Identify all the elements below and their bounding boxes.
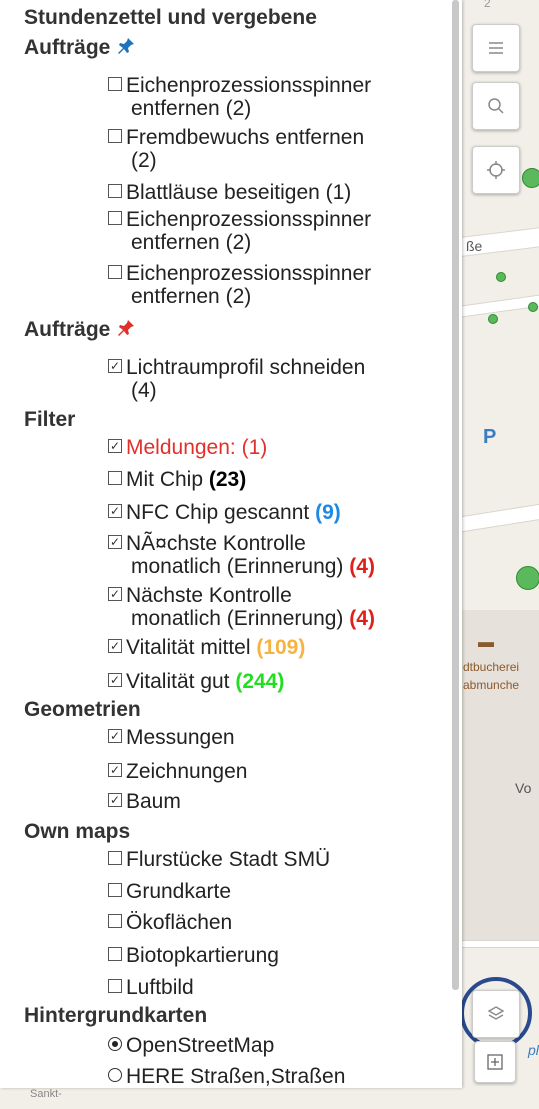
checkbox[interactable] <box>108 587 122 601</box>
search-button[interactable] <box>472 82 520 130</box>
checkbox-item[interactable]: Eichenprozessionsspinner entfernen (2) <box>108 208 443 254</box>
geometry-item-baum[interactable]: Baum <box>108 790 443 813</box>
checkbox[interactable] <box>108 763 122 777</box>
checkbox[interactable] <box>108 535 122 549</box>
menu-icon <box>489 42 503 54</box>
search-icon <box>488 98 504 114</box>
checkbox[interactable] <box>108 883 122 897</box>
basemap-item-osm[interactable]: OpenStreetMap <box>108 1034 443 1057</box>
map-street-label: Vo <box>515 780 532 796</box>
checkbox[interactable] <box>108 851 122 865</box>
zoom-in-button[interactable] <box>474 1041 516 1083</box>
library-icon: ▬ <box>478 634 494 651</box>
checkbox[interactable] <box>108 504 122 518</box>
ownmap-item-luftbild[interactable]: Luftbild <box>108 976 443 999</box>
checkbox-item[interactable]: Lichtraumprofil schneiden (4) <box>108 356 443 402</box>
locate-icon <box>487 161 505 179</box>
section-heading-own-maps: Own maps <box>24 820 131 843</box>
filter-item-vitalitaet-gut[interactable]: Vitalität gut (244) <box>108 670 443 693</box>
map-place-label: Sankt- <box>30 1088 62 1100</box>
checkbox[interactable] <box>108 914 122 928</box>
ownmap-item-flurstuecke[interactable]: Flurstücke Stadt SMÜ <box>108 848 443 871</box>
ownmap-item-grundkarte[interactable]: Grundkarte <box>108 880 443 903</box>
radio-button[interactable] <box>108 1037 122 1051</box>
add-icon <box>487 1054 503 1070</box>
filter-item-mit-chip[interactable]: Mit Chip (23) <box>108 468 443 491</box>
map-tree-marker[interactable] <box>496 272 506 282</box>
checkbox-item[interactable]: Fremdbewuchs entfernen (2) <box>108 126 443 172</box>
geometry-item-messungen[interactable]: Messungen <box>108 726 443 749</box>
locate-button[interactable] <box>472 146 520 194</box>
checkbox-item[interactable]: Blattläuse beseitigen (1) <box>108 181 443 204</box>
panel-scrollbar[interactable] <box>452 0 459 990</box>
checkbox[interactable] <box>108 471 122 485</box>
section-heading-hintergrundkarten: Hintergrundkarten <box>24 1004 208 1027</box>
checkbox[interactable] <box>108 729 122 743</box>
checkbox-item[interactable]: Eichenprozessionsspinner entfernen (2) <box>108 74 443 120</box>
section-heading-auftraege: Aufträge <box>24 318 136 342</box>
layers-panel: Stundenzettel und vergebene Aufträge Eic… <box>0 0 462 1088</box>
pin-icon <box>118 320 135 336</box>
map-parking-label: P <box>483 426 497 448</box>
map-library-label-2: abmunche <box>463 678 520 692</box>
checkbox[interactable] <box>108 265 122 279</box>
map-tree-marker[interactable] <box>516 566 539 590</box>
basemap-item-here[interactable]: HERE Straßen,Straßen <box>108 1065 443 1088</box>
map-label: 2 <box>484 0 491 10</box>
section-heading-stundenzettel: Stundenzettel und vergebene <box>24 6 317 29</box>
map-road <box>450 940 539 948</box>
checkbox[interactable] <box>108 639 122 653</box>
checkbox[interactable] <box>108 947 122 961</box>
pin-icon <box>118 38 135 54</box>
checkbox[interactable] <box>108 359 122 373</box>
checkbox[interactable] <box>108 129 122 143</box>
checkbox[interactable] <box>108 793 122 807</box>
filter-item-vitalitaet-mittel[interactable]: Vitalität mittel (109) <box>108 636 443 659</box>
filter-item-kontrolle[interactable]: Nächste Kontrolle monatlich (Erinnerung)… <box>108 584 443 630</box>
map-library-label-1: dtbucherei <box>463 660 520 674</box>
checkbox[interactable] <box>108 673 122 687</box>
checkbox[interactable] <box>108 77 122 91</box>
filter-item-meldungen[interactable]: Meldungen: (1) <box>108 436 443 459</box>
map-place-label: pl <box>528 1042 539 1058</box>
section-heading-auftraege: Aufträge <box>24 36 136 60</box>
map-tree-marker[interactable] <box>528 302 538 312</box>
ownmap-item-biotop[interactable]: Biotopkartierung <box>108 944 443 967</box>
map-tree-marker[interactable] <box>522 168 539 188</box>
checkbox-item[interactable]: Eichenprozessionsspinner entfernen (2) <box>108 262 443 308</box>
ownmap-item-oekoflaechen[interactable]: Ökoflächen <box>108 911 443 934</box>
layers-icon <box>487 1006 505 1020</box>
map-tree-marker[interactable] <box>488 314 498 324</box>
filter-item-nfc[interactable]: NFC Chip gescannt (9) <box>108 501 443 524</box>
checkbox[interactable] <box>108 211 122 225</box>
filter-item-kontrolle[interactable]: NÃ¤chste Kontrolle monatlich (Erinnerung… <box>108 532 443 578</box>
menu-button[interactable] <box>472 24 520 72</box>
section-heading-filter: Filter <box>24 408 76 431</box>
checkbox[interactable] <box>108 184 122 198</box>
layers-button[interactable] <box>472 990 520 1038</box>
geometry-item-zeichnungen[interactable]: Zeichnungen <box>108 760 443 783</box>
checkbox[interactable] <box>108 979 122 993</box>
radio-button[interactable] <box>108 1068 122 1082</box>
checkbox[interactable] <box>108 439 122 453</box>
section-heading-geometrien: Geometrien <box>24 698 141 721</box>
map-street-label: ße <box>466 238 483 254</box>
